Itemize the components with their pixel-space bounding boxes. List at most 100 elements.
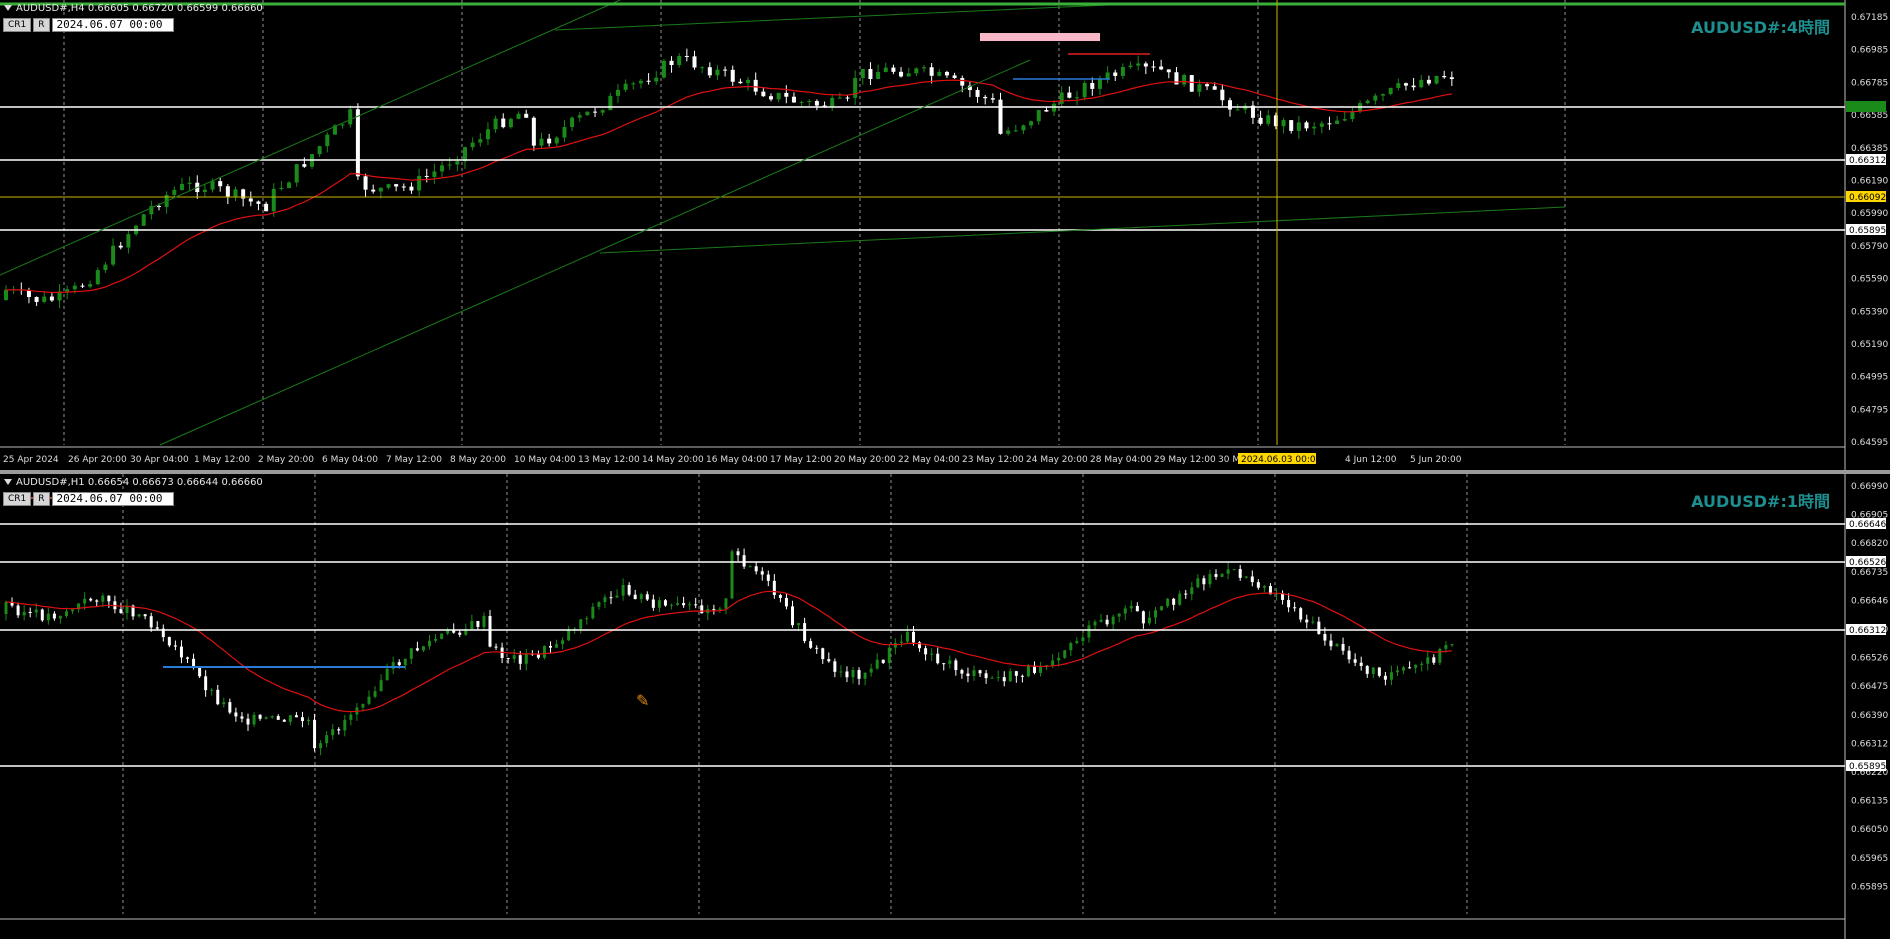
candle-body: [1160, 606, 1164, 611]
time-tick-label: 17 May 12:00: [770, 455, 832, 465]
h1-chart-pane[interactable]: 0.66990 0.66905 0.66820 0.66735 0.66646 0.665…: [0, 474, 1890, 939]
candle-body: [893, 642, 897, 648]
candle-body: [1220, 573, 1224, 577]
time-tick-label: 14 May 20:00: [642, 455, 704, 465]
candle-body: [700, 67, 705, 69]
candle-body: [827, 659, 831, 662]
candle-body: [386, 184, 391, 188]
price-tick-label: 0.65990: [1851, 209, 1888, 219]
candle-body: [670, 604, 673, 606]
price-tick-label: 0.65190: [1851, 340, 1888, 350]
candle-body: [34, 609, 38, 613]
h1-chart-canvas[interactable]: 0.669900.669050.668200.667350.666460.665…: [0, 474, 1890, 939]
candle-body: [1226, 569, 1230, 574]
candle-body: [555, 644, 559, 648]
candle-body: [975, 90, 980, 97]
candle-body: [778, 595, 782, 598]
candle-body: [1099, 619, 1103, 622]
candle-body: [476, 620, 480, 627]
collapse-triangle-icon[interactable]: [4, 479, 12, 485]
h1-date-input[interactable]: 2024.06.07 00:00: [51, 492, 174, 506]
candle-body: [1323, 633, 1327, 641]
h4-chart-canvas[interactable]: 0.67185 0.66985 0.66785 0.66585 0.66385 0.661…: [0, 0, 1890, 470]
candle-body: [1081, 637, 1085, 642]
candle-body: [1388, 87, 1393, 95]
price-tick-label: 0.65590: [1851, 275, 1888, 285]
time-tick-label: 7 May 12:00: [386, 455, 442, 465]
candle-body: [863, 672, 867, 679]
candle-body: [258, 714, 262, 719]
candle-body: [1232, 569, 1236, 571]
candle-body: [845, 671, 849, 678]
candle-body: [46, 613, 50, 621]
candle-body: [742, 555, 746, 567]
candle-body: [1159, 66, 1164, 70]
h4-cr1-button[interactable]: CR1: [3, 18, 32, 32]
candle-body: [1281, 120, 1286, 127]
candle-body: [776, 92, 781, 100]
candle-body: [198, 667, 202, 677]
candle-body: [1069, 643, 1073, 651]
candle-body: [929, 67, 934, 76]
h4-chart-pane[interactable]: 0.67185 0.66985 0.66785 0.66585 0.66385 0.661…: [0, 0, 1890, 470]
candle-body: [331, 729, 335, 736]
candle-body: [715, 69, 720, 76]
candle-body: [72, 285, 77, 290]
collapse-triangle-icon[interactable]: [4, 5, 12, 11]
candle-body: [1262, 586, 1266, 588]
h1-cr1-button[interactable]: CR1: [3, 492, 32, 506]
candle-body: [470, 620, 474, 630]
candle-body: [1449, 77, 1454, 80]
price-tick-label: 0.64795: [1851, 405, 1888, 415]
candle-body: [1184, 593, 1188, 595]
candle-body: [1403, 83, 1408, 86]
time-tick-label: 26 Apr 20:00: [68, 455, 127, 465]
candle-body: [712, 609, 716, 611]
price-tick-label: 0.66820: [1851, 539, 1888, 549]
candle-body: [349, 714, 353, 720]
candle-body: [440, 165, 445, 172]
candle-body: [300, 717, 304, 722]
candle-body: [868, 69, 873, 80]
candle-body: [944, 71, 949, 76]
candle-body: [983, 96, 988, 99]
candle-body: [1029, 121, 1034, 126]
candle-body: [83, 598, 87, 604]
candle-body: [1438, 648, 1442, 663]
candle-body: [218, 181, 223, 187]
candle-body: [1208, 574, 1212, 585]
h4-toolbar: CR1 R 2024.06.07 00:00: [3, 18, 174, 32]
candle-body: [1154, 610, 1157, 618]
candle-body: [542, 645, 546, 658]
candle-body: [1432, 657, 1436, 663]
h4-r-button[interactable]: R: [33, 18, 50, 32]
candle-body: [101, 595, 105, 602]
candle-body: [233, 189, 238, 197]
candle-body: [340, 124, 345, 126]
candle-body: [1389, 672, 1393, 680]
candle-body: [501, 118, 506, 128]
candle-body: [279, 188, 284, 190]
h1-r-button[interactable]: R: [33, 492, 50, 506]
candle-body: [1353, 659, 1357, 663]
candle-body: [1238, 569, 1242, 578]
candle-body: [141, 214, 146, 226]
price-level-tag-text: 0.66092: [1849, 193, 1886, 203]
h4-date-input[interactable]: 2024.06.07 00:00: [51, 18, 174, 32]
candle-body: [119, 609, 123, 613]
price-tick-label: 0.65965: [1851, 854, 1888, 864]
candle-body: [821, 648, 825, 660]
candle-body: [1097, 78, 1102, 89]
candle-body: [1341, 644, 1345, 651]
candle-body: [1026, 665, 1030, 677]
candle-body: [307, 719, 310, 722]
candle-body: [179, 646, 183, 658]
candle-body: [875, 659, 879, 669]
price-level-tag-text: 0.66646: [1849, 520, 1886, 530]
candle-body: [978, 670, 982, 674]
candle-body: [1347, 650, 1351, 660]
candle-body: [1196, 578, 1200, 588]
h1-symbol-title: AUDUSD#:1時間: [1691, 492, 1830, 511]
candle-body: [524, 653, 528, 664]
candle-body: [1289, 120, 1294, 131]
